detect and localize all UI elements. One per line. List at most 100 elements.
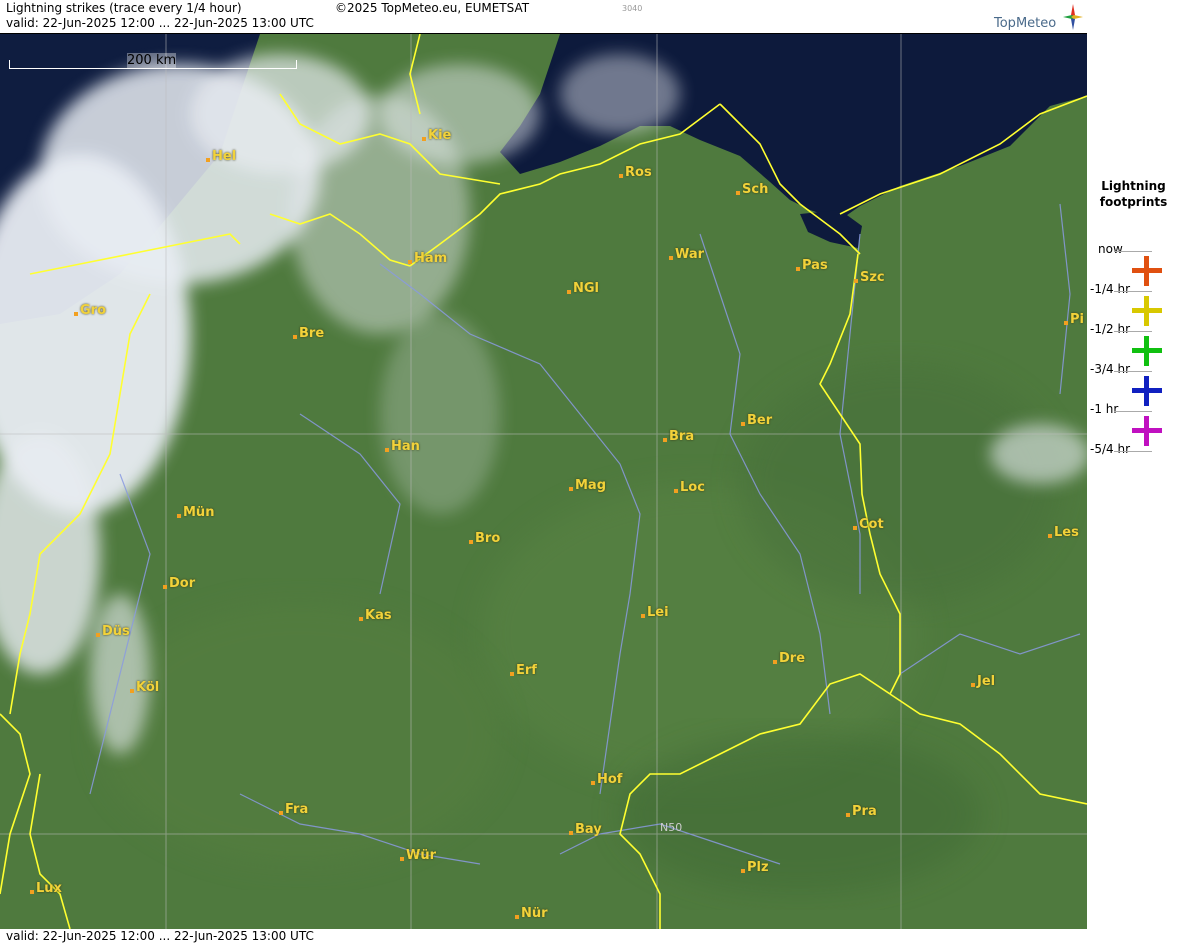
city-marker-icon bbox=[30, 890, 34, 894]
city-label: Wür bbox=[400, 848, 436, 863]
city-marker-icon bbox=[130, 689, 134, 693]
cross-marker-icon bbox=[1132, 376, 1162, 406]
copyright-text: ©2025 TopMeteo.eu, EUMETSAT bbox=[335, 1, 530, 15]
city-marker-icon bbox=[846, 813, 850, 817]
city-marker-icon bbox=[569, 487, 573, 491]
city-label: Jel bbox=[971, 674, 995, 689]
city-label: Cot bbox=[853, 517, 884, 532]
logo-text: TopMeteo bbox=[994, 16, 1057, 31]
legend-label-quarter: -1/4 hr bbox=[1090, 282, 1130, 296]
cross-marker-icon bbox=[1132, 296, 1162, 326]
city-label: Lei bbox=[641, 605, 669, 620]
city-label: Düs bbox=[96, 624, 130, 639]
city-label: Nür bbox=[515, 906, 548, 921]
city-label: Les bbox=[1048, 525, 1079, 540]
valid-time-bottom: valid: 22-Jun-2025 12:00 ... 22-Jun-2025… bbox=[6, 929, 314, 943]
city-label: Dre bbox=[773, 651, 805, 666]
city-marker-icon bbox=[741, 869, 745, 873]
city-marker-icon bbox=[663, 438, 667, 442]
city-label: War bbox=[669, 247, 704, 262]
legend-label-three-quarter: -3/4 hr bbox=[1090, 362, 1130, 376]
graticule-label: N50 bbox=[660, 821, 683, 834]
city-marker-icon bbox=[206, 158, 210, 162]
cross-marker-icon bbox=[1132, 336, 1162, 366]
legend-label-half: -1/2 hr bbox=[1090, 322, 1130, 336]
city-marker-icon bbox=[408, 260, 412, 264]
city-label: Kas bbox=[359, 608, 392, 623]
city-marker-icon bbox=[619, 174, 623, 178]
city-marker-icon bbox=[569, 831, 573, 835]
city-marker-icon bbox=[1048, 534, 1052, 538]
satellite-map[interactable]: 200 km N50 Hel Kie Ros Sch Ham War Pas S… bbox=[0, 33, 1087, 930]
map-header: Lightning strikes (trace every 1/4 hour)… bbox=[0, 0, 1087, 32]
city-marker-icon bbox=[293, 335, 297, 339]
city-label: Pas bbox=[796, 258, 828, 273]
cross-marker-icon bbox=[1132, 256, 1162, 286]
city-label: Gro bbox=[74, 303, 106, 318]
legend-label-hour: -1 hr bbox=[1090, 402, 1119, 416]
map-footer: valid: 22-Jun-2025 12:00 ... 22-Jun-2025… bbox=[0, 929, 1087, 943]
city-marker-icon bbox=[971, 683, 975, 687]
city-marker-icon bbox=[854, 279, 858, 283]
city-marker-icon bbox=[163, 585, 167, 589]
city-label: Lux bbox=[30, 881, 62, 896]
city-label: Loc bbox=[674, 480, 705, 495]
valid-time-top: valid: 22-Jun-2025 12:00 ... 22-Jun-2025… bbox=[6, 16, 314, 30]
city-label: Dor bbox=[163, 576, 195, 591]
scale-bar: 200 km bbox=[9, 53, 297, 70]
city-marker-icon bbox=[385, 448, 389, 452]
city-label: NGl bbox=[567, 281, 599, 296]
city-label: Bre bbox=[293, 326, 324, 341]
city-label: Bro bbox=[469, 531, 500, 546]
city-marker-icon bbox=[469, 540, 473, 544]
city-marker-icon bbox=[773, 660, 777, 664]
city-marker-icon bbox=[796, 267, 800, 271]
legend-title: Lightning footprints bbox=[1088, 178, 1179, 210]
city-label: Köl bbox=[130, 680, 159, 695]
city-label: Ham bbox=[408, 251, 447, 266]
city-label: Bay bbox=[569, 822, 602, 837]
scale-label: 200 km bbox=[127, 53, 177, 68]
city-label: Mün bbox=[177, 505, 214, 520]
map-title: Lightning strikes (trace every 1/4 hour) bbox=[6, 1, 242, 15]
city-label: Plz bbox=[741, 860, 769, 875]
city-label: Erf bbox=[510, 663, 537, 678]
city-marker-icon bbox=[359, 617, 363, 621]
city-marker-icon bbox=[400, 857, 404, 861]
city-marker-icon bbox=[741, 422, 745, 426]
city-label: Pra bbox=[846, 804, 877, 819]
compass-star-icon bbox=[1063, 4, 1083, 30]
city-marker-icon bbox=[510, 672, 514, 676]
city-label: Ros bbox=[619, 165, 652, 180]
city-marker-icon bbox=[74, 312, 78, 316]
city-label: Bra bbox=[663, 429, 694, 444]
city-marker-icon bbox=[567, 290, 571, 294]
city-label: Ber bbox=[741, 413, 772, 428]
city-marker-icon bbox=[853, 526, 857, 530]
city-label: Kie bbox=[422, 128, 451, 143]
legend-label-five-quarter: -5/4 hr bbox=[1090, 442, 1130, 456]
city-marker-icon bbox=[641, 614, 645, 618]
city-marker-icon bbox=[591, 781, 595, 785]
city-label: Fra bbox=[279, 802, 308, 817]
city-label: Szc bbox=[854, 270, 885, 285]
city-label: Hel bbox=[206, 149, 236, 164]
city-marker-icon bbox=[279, 811, 283, 815]
topmeteo-logo[interactable]: TopMeteo bbox=[992, 2, 1084, 32]
city-marker-icon bbox=[96, 633, 100, 637]
map-background bbox=[0, 34, 1087, 929]
lightning-legend: Lightning footprints now -1/4 hr -1/2 hr… bbox=[1088, 0, 1179, 943]
city-marker-icon bbox=[1064, 321, 1068, 325]
city-label: Pi bbox=[1064, 312, 1084, 327]
city-label: Han bbox=[385, 439, 420, 454]
legend-title-line2: footprints bbox=[1099, 195, 1168, 209]
cross-marker-icon bbox=[1132, 416, 1162, 446]
city-marker-icon bbox=[515, 915, 519, 919]
city-marker-icon bbox=[422, 137, 426, 141]
legend-label-now: now bbox=[1098, 242, 1123, 256]
city-marker-icon bbox=[669, 256, 673, 260]
city-label: Mag bbox=[569, 478, 606, 493]
city-label: Hof bbox=[591, 772, 622, 787]
legend-title-line1: Lightning bbox=[1101, 179, 1166, 193]
image-code: 3040 bbox=[622, 4, 643, 13]
